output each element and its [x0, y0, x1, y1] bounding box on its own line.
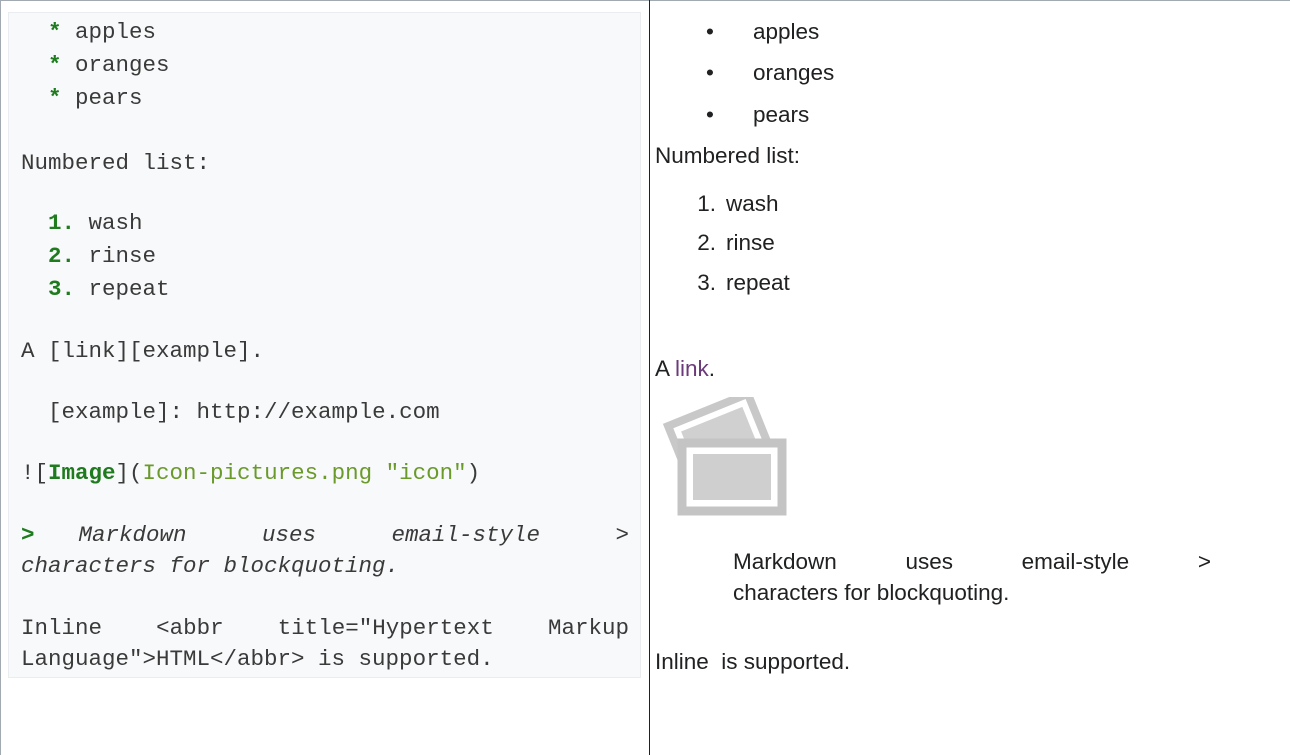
source-reference-definition: [example]: http://example.com	[48, 399, 440, 425]
markdown-source-block: * apples * oranges * pears Numbered list…	[8, 12, 641, 678]
rendered-blockquote-line: characters for blockquoting.	[733, 580, 1010, 605]
source-blockquote-line: > Markdown uses email-style >	[21, 522, 629, 548]
example-link[interactable]: link	[675, 356, 709, 381]
rendered-numbered-heading: Numbered list:	[655, 143, 801, 168]
source-numbered-item: 1. wash	[48, 210, 143, 236]
source-numbered-item: 3. repeat	[48, 276, 170, 302]
source-list-item: * pears	[48, 85, 143, 111]
source-link-line: A [link][example].	[21, 338, 265, 364]
source-numbered-heading: Numbered list:	[21, 150, 211, 176]
source-numbered-item: 2. rinse	[48, 243, 157, 269]
rendered-inline-html-paragraph: Inline is supported.	[655, 649, 851, 674]
source-blockquote-line: characters for blockquoting.	[21, 553, 400, 579]
source-list-item: * apples	[48, 19, 157, 45]
column-divider	[649, 0, 650, 755]
source-image-syntax: ![Image](Icon-pictures.png "icon")	[21, 460, 481, 486]
rendered-blockquote-line: Markdown uses email-style >	[733, 549, 1211, 574]
source-inline-html-line: Language">HTML</abbr> is supported.	[21, 646, 494, 672]
source-inline-html-line: Inline <abbr title="Hypertext Markup	[21, 615, 629, 641]
pictures-icon[interactable]	[662, 397, 788, 517]
rendered-link-paragraph: A link.	[655, 356, 716, 381]
source-list-item: * oranges	[48, 52, 170, 78]
